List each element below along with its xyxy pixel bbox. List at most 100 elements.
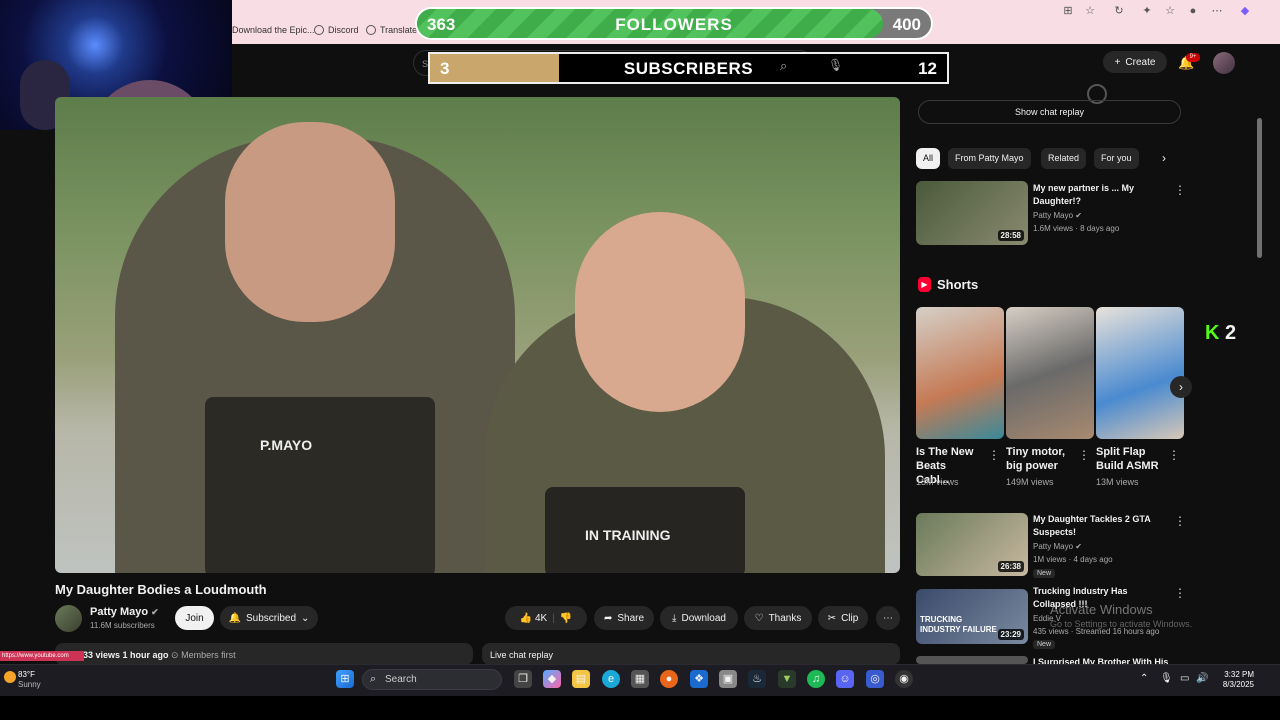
- vest-patch-right: IN TRAINING: [585, 527, 671, 543]
- create-button[interactable]: + Create: [1103, 51, 1167, 73]
- video-vest-left: [205, 397, 435, 573]
- short-thumb-3[interactable]: [1096, 307, 1184, 439]
- tray-chevron-icon[interactable]: ⌃: [1140, 673, 1148, 684]
- live-chat-replay-box[interactable]: Live chat replay: [482, 643, 900, 665]
- scrollbar-thumb[interactable]: [1257, 118, 1262, 258]
- subscribers-goal: 12: [918, 59, 937, 78]
- more-icon[interactable]: ⋯: [1211, 5, 1223, 17]
- short-menu-3[interactable]: ⋮: [1168, 448, 1180, 462]
- obs-icon[interactable]: ◉: [895, 670, 913, 688]
- apps-icon[interactable]: ⊞: [1062, 5, 1074, 17]
- refresh-icon[interactable]: ↻: [1113, 5, 1125, 17]
- clip-button[interactable]: ✂ Clip: [818, 606, 868, 630]
- mic-icon[interactable]: 🎙: [828, 58, 843, 72]
- volume-icon[interactable]: 🔊: [1196, 673, 1208, 684]
- show-chat-replay-button[interactable]: Show chat replay: [918, 100, 1181, 124]
- extension-icon[interactable]: ✦: [1141, 5, 1153, 17]
- description-box[interactable]: 33 views 1 hour ago ⊙ Members first: [55, 643, 473, 665]
- shorts-next-button[interactable]: ›: [1170, 376, 1192, 398]
- dislike-icon[interactable]: 👎: [560, 613, 572, 624]
- video-thumb-1[interactable]: 28:58: [916, 181, 1028, 245]
- video-title: My Daughter Bodies a Loudmouth: [55, 582, 267, 597]
- like-button[interactable]: 👍 4K: [520, 613, 547, 624]
- file-explorer-icon[interactable]: ▤: [572, 670, 590, 688]
- join-button[interactable]: Join: [175, 606, 214, 630]
- chip-related[interactable]: Related: [1041, 148, 1087, 169]
- short-title-2[interactable]: Tiny motor, big power: [1006, 445, 1072, 473]
- video-player[interactable]: P.MAYO IN TRAINING: [55, 97, 900, 573]
- chevron-right-icon[interactable]: ›: [1162, 151, 1166, 165]
- sun-icon[interactable]: [4, 671, 16, 683]
- app-icon-2[interactable]: ◎: [866, 670, 884, 688]
- video-title-4[interactable]: I Surprised My Brother With His: [1033, 656, 1173, 664]
- channel-name[interactable]: Patty Mayo ✔: [90, 606, 159, 618]
- thanks-button[interactable]: ♡ Thanks: [744, 606, 812, 630]
- share-icon: ➦: [603, 612, 613, 624]
- like-dislike-group: 👍 4K | 👎: [505, 606, 587, 630]
- app-icon[interactable]: ▣: [719, 670, 737, 688]
- taskbar-search[interactable]: Search: [362, 669, 502, 690]
- more-actions-button[interactable]: ⋯: [876, 606, 900, 630]
- video-channel-1: Patty Mayo ✔: [1033, 211, 1082, 220]
- favorites-icon[interactable]: ☆: [1164, 5, 1176, 17]
- short-menu-1[interactable]: ⋮: [988, 448, 1000, 462]
- firefox-icon[interactable]: ●: [660, 670, 678, 688]
- taskbar-clock[interactable]: 3:32 PM 8/3/2025: [1214, 670, 1254, 690]
- account-avatar[interactable]: [1213, 52, 1235, 74]
- chip-from-patty-mayo[interactable]: From Patty Mayo: [948, 148, 1031, 169]
- channel-avatar[interactable]: [55, 605, 82, 632]
- activate-windows-title: Activate Windows: [1050, 602, 1153, 617]
- search-icon[interactable]: ⌕: [780, 58, 787, 74]
- short-title-3[interactable]: Split Flap Build ASMR: [1096, 445, 1162, 473]
- spotify-icon[interactable]: ♫: [807, 670, 825, 688]
- scissors-icon: ✂: [827, 612, 837, 624]
- star-icon[interactable]: ☆: [1084, 5, 1096, 17]
- video-menu-3[interactable]: ⋮: [1174, 586, 1186, 600]
- short-menu-2[interactable]: ⋮: [1078, 448, 1090, 462]
- discord-icon[interactable]: ☺: [836, 670, 854, 688]
- network-icon[interactable]: ▭: [1180, 673, 1189, 684]
- video-thumb-3[interactable]: TRUCKING INDUSTRY FAILURE 23:29: [916, 589, 1028, 644]
- short-views-3: 13M views: [1096, 477, 1139, 487]
- short-views-2: 149M views: [1006, 477, 1054, 487]
- bookmark-translate[interactable]: Translate: [366, 25, 417, 35]
- share-button[interactable]: ➦ Share: [594, 606, 654, 630]
- video-title-1[interactable]: My new partner is ... My Daughter!?: [1033, 182, 1163, 208]
- copilot-icon[interactable]: ◆: [543, 670, 561, 688]
- mic-tray-icon[interactable]: 🎙: [1160, 673, 1173, 684]
- video-menu-2[interactable]: ⋮: [1174, 514, 1186, 528]
- profile-icon[interactable]: ●: [1187, 5, 1199, 17]
- activate-windows-subtitle: Go to Settings to activate Windows.: [1050, 619, 1193, 629]
- short-thumb-2[interactable]: [1006, 307, 1094, 439]
- thanks-icon: ♡: [754, 612, 764, 624]
- video-thumb-2[interactable]: 26:38: [916, 513, 1028, 576]
- globe-icon: [314, 25, 324, 35]
- task-view-icon[interactable]: ❐: [514, 670, 532, 688]
- video-channel-2: Patty Mayo ✔: [1033, 542, 1082, 551]
- weather-widget[interactable]: 83°F Sunny: [18, 670, 41, 690]
- chip-all[interactable]: All: [916, 148, 941, 169]
- nvidia-icon[interactable]: ▼: [778, 670, 796, 688]
- steam-icon[interactable]: ♨: [748, 670, 766, 688]
- video-thumb-4[interactable]: [916, 656, 1028, 664]
- thumb-text-3: TRUCKING INDUSTRY FAILURE: [920, 615, 997, 634]
- bookmark-discord[interactable]: Discord: [314, 25, 359, 35]
- video-title-2[interactable]: My Daughter Tackles 2 GTA Suspects!: [1033, 513, 1163, 539]
- download-button[interactable]: ⤓ Download: [660, 606, 738, 630]
- dropbox-icon[interactable]: ❖: [690, 670, 708, 688]
- notification-badge: 9+: [1186, 53, 1200, 62]
- video-menu-1[interactable]: ⋮: [1174, 183, 1186, 197]
- short-views-1: 13M views: [916, 477, 959, 487]
- shorts-heading: Shorts: [937, 277, 979, 292]
- subscribed-button[interactable]: 🔔 Subscribed ⌄: [220, 606, 318, 630]
- store-icon[interactable]: ▦: [631, 670, 649, 688]
- chip-for-you[interactable]: For you: [1094, 148, 1139, 169]
- bookmark-epic[interactable]: Download the Epic...: [232, 25, 315, 35]
- subscribers-goal-bar: SUBSCRIBERS 3 12 ⌕ 🎙: [428, 52, 949, 84]
- video-figure-left-head: [225, 122, 395, 322]
- video-figure-right-head: [575, 212, 745, 412]
- start-icon[interactable]: ⊞: [336, 670, 354, 688]
- edge-icon[interactable]: e: [602, 670, 620, 688]
- copilot-icon[interactable]: ◆: [1239, 5, 1251, 17]
- short-thumb-1[interactable]: [916, 307, 1004, 439]
